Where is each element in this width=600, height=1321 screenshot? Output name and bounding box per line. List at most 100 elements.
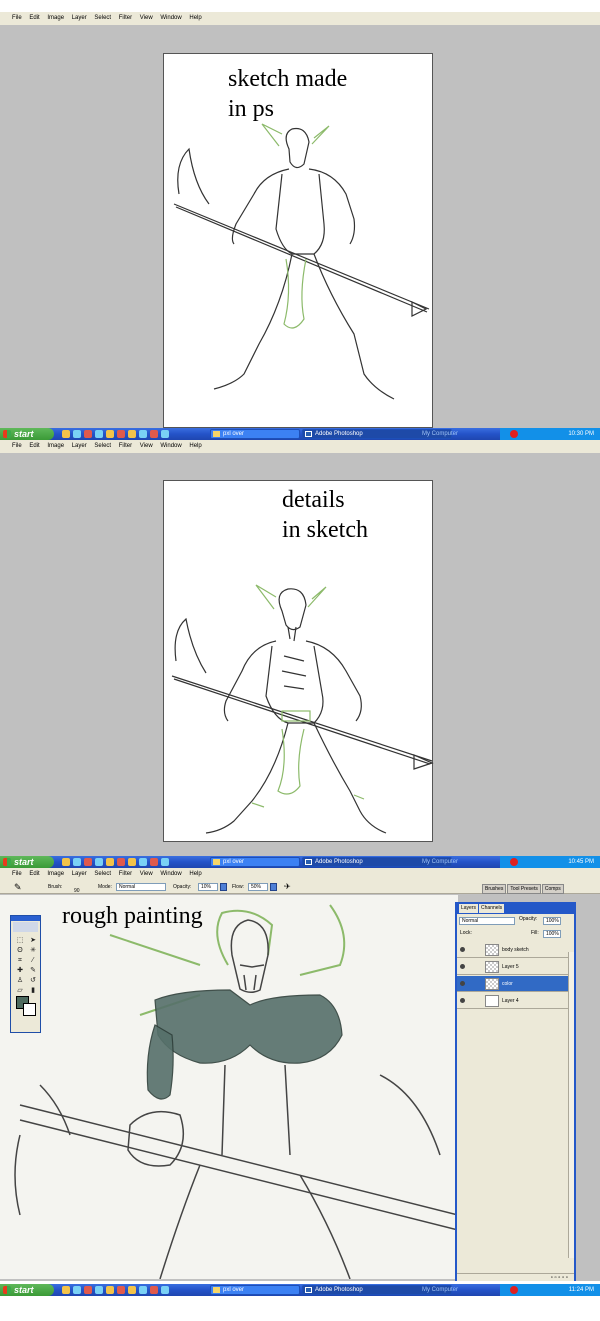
flow-arrow-button[interactable] bbox=[270, 883, 277, 891]
layer-row[interactable]: body sketch bbox=[457, 942, 570, 958]
start-button[interactable]: start bbox=[0, 856, 54, 868]
menu-edit[interactable]: Edit bbox=[29, 15, 39, 21]
menu-file[interactable]: File bbox=[12, 15, 22, 21]
quick-launch-icon[interactable] bbox=[161, 1286, 169, 1294]
new-layer-icon[interactable]: ▫ ▫ ▫ ▫ ▫ bbox=[551, 1275, 568, 1281]
gradient-tool-icon[interactable]: ▮ bbox=[28, 986, 38, 995]
menu-view[interactable]: View bbox=[140, 871, 153, 877]
quick-launch-icon[interactable] bbox=[161, 430, 169, 438]
menu-layer[interactable]: Layer bbox=[72, 15, 87, 21]
document-canvas[interactable]: rough painting bbox=[0, 895, 458, 1279]
tab-channels[interactable]: Channels bbox=[479, 904, 505, 913]
history-brush-tool-icon[interactable]: ↺ bbox=[28, 976, 38, 985]
lasso-tool-icon[interactable]: ʘ bbox=[15, 946, 25, 955]
quick-launch-icon[interactable] bbox=[62, 430, 70, 438]
quick-launch-icon[interactable] bbox=[84, 858, 92, 866]
background-color-swatch[interactable] bbox=[23, 1003, 36, 1016]
menu-edit[interactable]: Edit bbox=[29, 443, 39, 449]
tab-comps[interactable]: Comps bbox=[541, 884, 564, 894]
menu-image[interactable]: Image bbox=[47, 15, 64, 21]
quick-launch-icon[interactable] bbox=[106, 1286, 114, 1294]
quick-launch-icon[interactable] bbox=[84, 430, 92, 438]
menu-select[interactable]: Select bbox=[94, 871, 111, 877]
tab-tool-presets[interactable]: Tool Presets bbox=[507, 884, 541, 894]
menu-image[interactable]: Image bbox=[47, 443, 64, 449]
quick-launch-icon[interactable] bbox=[62, 858, 70, 866]
menu-window[interactable]: Window bbox=[160, 15, 181, 21]
magic-wand-tool-icon[interactable]: ✳ bbox=[28, 946, 38, 955]
taskbar-folder-button[interactable]: pxl over bbox=[210, 429, 300, 439]
document-canvas[interactable]: sketch made in ps bbox=[163, 53, 433, 428]
tray-icon[interactable] bbox=[510, 858, 518, 866]
toolbox-titlebar[interactable] bbox=[11, 916, 40, 921]
brush-tool-icon[interactable]: ✎ bbox=[28, 966, 38, 975]
menu-filter[interactable]: Filter bbox=[119, 443, 132, 449]
crop-tool-icon[interactable]: ⌗ bbox=[15, 956, 25, 965]
layers-scrollbar[interactable] bbox=[568, 952, 574, 1258]
quick-launch-icon[interactable] bbox=[73, 1286, 81, 1294]
quick-launch-icon[interactable] bbox=[128, 430, 136, 438]
quick-launch-icon[interactable] bbox=[128, 1286, 136, 1294]
quick-launch-icon[interactable] bbox=[117, 430, 125, 438]
eye-icon[interactable] bbox=[460, 981, 465, 986]
quick-launch-icon[interactable] bbox=[84, 1286, 92, 1294]
quick-launch-icon[interactable] bbox=[106, 430, 114, 438]
menu-view[interactable]: View bbox=[140, 443, 153, 449]
layer-row[interactable]: Layer 4 bbox=[457, 993, 570, 1009]
quick-launch-icon[interactable] bbox=[106, 858, 114, 866]
menu-edit[interactable]: Edit bbox=[29, 871, 39, 877]
menu-layer[interactable]: Layer bbox=[72, 443, 87, 449]
start-button[interactable]: start bbox=[0, 1284, 54, 1296]
flow-field[interactable]: 50% bbox=[248, 883, 268, 891]
marquee-tool-icon[interactable]: ⬚ bbox=[15, 936, 25, 945]
brush-tool-icon[interactable]: ✎ bbox=[14, 880, 22, 894]
eye-icon[interactable] bbox=[460, 998, 465, 1003]
opacity-arrow-button[interactable] bbox=[220, 883, 227, 891]
fill-field[interactable]: 100% bbox=[543, 930, 561, 938]
opacity-field[interactable]: 10% bbox=[198, 883, 218, 891]
airbrush-icon[interactable]: ✈ bbox=[284, 880, 291, 894]
tray-icon[interactable] bbox=[510, 430, 518, 438]
slice-tool-icon[interactable]: ⁄ bbox=[28, 956, 38, 965]
eye-icon[interactable] bbox=[460, 947, 465, 952]
quick-launch-icon[interactable] bbox=[128, 858, 136, 866]
menu-filter[interactable]: Filter bbox=[119, 871, 132, 877]
eye-icon[interactable] bbox=[460, 964, 465, 969]
quick-launch-icon[interactable] bbox=[117, 858, 125, 866]
layer-row-selected[interactable]: color bbox=[457, 976, 570, 992]
menu-window[interactable]: Window bbox=[160, 871, 181, 877]
healing-tool-icon[interactable]: ✚ bbox=[15, 966, 25, 975]
mode-select[interactable]: Normal bbox=[116, 883, 166, 891]
document-canvas[interactable]: details in sketch bbox=[163, 480, 434, 842]
menu-select[interactable]: Select bbox=[94, 15, 111, 21]
layer-row[interactable]: Layer 5 bbox=[457, 959, 570, 975]
quick-launch-icon[interactable] bbox=[95, 1286, 103, 1294]
stamp-tool-icon[interactable]: ♙ bbox=[15, 976, 25, 985]
move-tool-icon[interactable]: ➤ bbox=[28, 936, 38, 945]
tray-icon[interactable] bbox=[510, 1286, 518, 1294]
start-button[interactable]: start bbox=[0, 428, 54, 440]
quick-launch-icon[interactable] bbox=[139, 1286, 147, 1294]
menu-file[interactable]: File bbox=[12, 443, 22, 449]
quick-launch-icon[interactable] bbox=[73, 858, 81, 866]
eraser-tool-icon[interactable]: ▱ bbox=[15, 986, 25, 995]
quick-launch-icon[interactable] bbox=[73, 430, 81, 438]
menu-layer[interactable]: Layer bbox=[72, 871, 87, 877]
quick-launch-icon[interactable] bbox=[117, 1286, 125, 1294]
menu-image[interactable]: Image bbox=[47, 871, 64, 877]
menu-select[interactable]: Select bbox=[94, 443, 111, 449]
taskbar-folder-button[interactable]: pxl over bbox=[210, 1285, 300, 1295]
tab-brushes[interactable]: Brushes bbox=[482, 884, 507, 894]
quick-launch-icon[interactable] bbox=[150, 858, 158, 866]
menu-help[interactable]: Help bbox=[189, 871, 201, 877]
menu-view[interactable]: View bbox=[140, 15, 153, 21]
menu-file[interactable]: File bbox=[12, 871, 22, 877]
blend-mode-select[interactable]: Normal bbox=[459, 917, 515, 925]
quick-launch-icon[interactable] bbox=[150, 430, 158, 438]
quick-launch-icon[interactable] bbox=[150, 1286, 158, 1294]
menu-help[interactable]: Help bbox=[189, 443, 201, 449]
quick-launch-icon[interactable] bbox=[161, 858, 169, 866]
tab-layers[interactable]: Layers bbox=[459, 904, 479, 913]
quick-launch-icon[interactable] bbox=[95, 430, 103, 438]
adobe-feather-icon[interactable] bbox=[13, 922, 38, 932]
